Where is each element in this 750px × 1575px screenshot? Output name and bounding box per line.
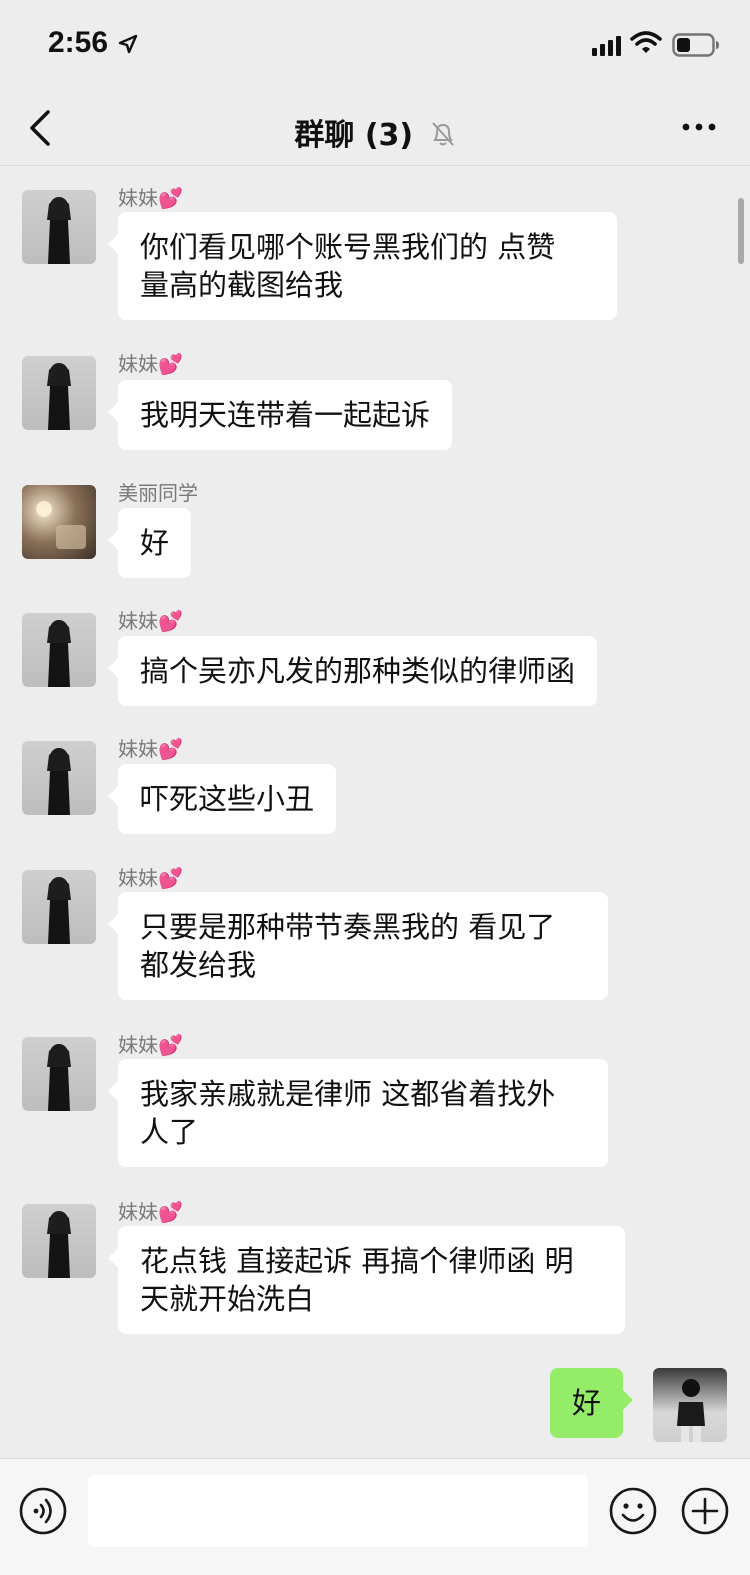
sender-name: 妹妹💕 — [118, 186, 183, 210]
avatar-figure-icon — [47, 197, 71, 264]
avatar-room-icon — [36, 501, 86, 549]
avatar-figure-icon — [47, 877, 71, 944]
message-bubble[interactable]: 我明天连带着一起起诉 — [107, 380, 453, 450]
sender-name: 妹妹💕 — [118, 1200, 183, 1224]
message-bubble[interactable]: 只要是那种带节奏黑我的 看见了 都发给我 — [108, 892, 608, 1000]
avatar-figure-icon — [47, 1044, 71, 1111]
sender-name: 妹妹💕 — [118, 1033, 183, 1057]
voice-input-icon[interactable] — [18, 1486, 68, 1536]
scrollbar-thumb[interactable] — [738, 198, 744, 264]
sender-name: 美丽同学 — [118, 481, 198, 505]
sender-avatar[interactable] — [22, 190, 96, 264]
message-line: 量高的截图给我 — [140, 268, 344, 302]
input-bar — [0, 1458, 750, 1575]
avatar-figure-icon — [47, 363, 71, 430]
wifi-icon — [630, 31, 662, 53]
mute-bell-icon — [431, 121, 454, 146]
message-bubble[interactable]: 我家亲戚就是律师 这都省着找外 人了 — [108, 1059, 608, 1167]
sender-name: 妹妹💕 — [118, 609, 183, 633]
message-line: 你们看见哪个账号黑我们的 点赞 — [140, 230, 556, 264]
chat-header: 群聊 (3) — [0, 88, 750, 166]
message-line: 搞个吴亦凡发的那种类似的律师函 — [140, 654, 576, 688]
sender-avatar[interactable] — [22, 870, 96, 944]
message-bubble[interactable]: 搞个吴亦凡发的那种类似的律师函 — [107, 636, 598, 706]
self-message-bubble[interactable]: 好 — [550, 1368, 634, 1438]
message-line: 好 — [140, 526, 170, 560]
add-attachment-icon[interactable] — [680, 1486, 730, 1536]
status-time: 2:56 — [48, 26, 109, 59]
self-avatar[interactable] — [653, 1368, 727, 1442]
message-line: 我明天连带着一起起诉 — [140, 398, 431, 432]
cellular-signal-icon — [592, 36, 621, 56]
message-input[interactable] — [88, 1475, 588, 1547]
location-arrow-icon — [118, 34, 138, 54]
sender-avatar[interactable] — [22, 1037, 96, 1111]
message-line: 天就开始洗白 — [140, 1282, 315, 1316]
avatar-figure-icon — [47, 1211, 71, 1278]
message-line: 我家亲戚就是律师 这都省着找外 — [140, 1077, 556, 1111]
message-line: 人了 — [140, 1115, 199, 1149]
message-line: 都发给我 — [140, 948, 257, 982]
avatar-figure-icon — [677, 1379, 705, 1442]
emoji-icon[interactable] — [608, 1486, 658, 1536]
battery-icon — [672, 33, 719, 57]
message-line: 花点钱 直接起诉 再搞个律师函 明 — [140, 1244, 574, 1278]
avatar-figure-icon — [47, 748, 71, 815]
avatar-figure-icon — [47, 620, 71, 687]
sender-name: 妹妹💕 — [118, 352, 183, 376]
message-line: 好 — [572, 1386, 602, 1420]
sender-avatar[interactable] — [22, 356, 96, 430]
sender-avatar[interactable] — [22, 613, 96, 687]
message-bubble[interactable]: 吓死这些小丑 — [107, 764, 337, 834]
more-options-icon[interactable] — [682, 122, 716, 132]
sender-name: 妹妹💕 — [118, 866, 183, 890]
sender-name: 妹妹💕 — [118, 737, 183, 761]
message-bubble[interactable]: 你们看见哪个账号黑我们的 点赞 量高的截图给我 — [108, 212, 617, 320]
chat-title-text: 群聊 (3) — [294, 118, 414, 153]
status-bar: 2:56 — [0, 0, 750, 88]
chat-title: 群聊 (3) — [0, 110, 750, 154]
message-bubble[interactable]: 花点钱 直接起诉 再搞个律师函 明 天就开始洗白 — [108, 1226, 625, 1334]
message-line: 只要是那种带节奏黑我的 看见了 — [140, 910, 556, 944]
sender-avatar[interactable] — [22, 485, 96, 559]
sender-avatar[interactable] — [22, 741, 96, 815]
message-bubble[interactable]: 好 — [107, 508, 192, 578]
message-line: 吓死这些小丑 — [140, 782, 315, 816]
sender-avatar[interactable] — [22, 1204, 96, 1278]
